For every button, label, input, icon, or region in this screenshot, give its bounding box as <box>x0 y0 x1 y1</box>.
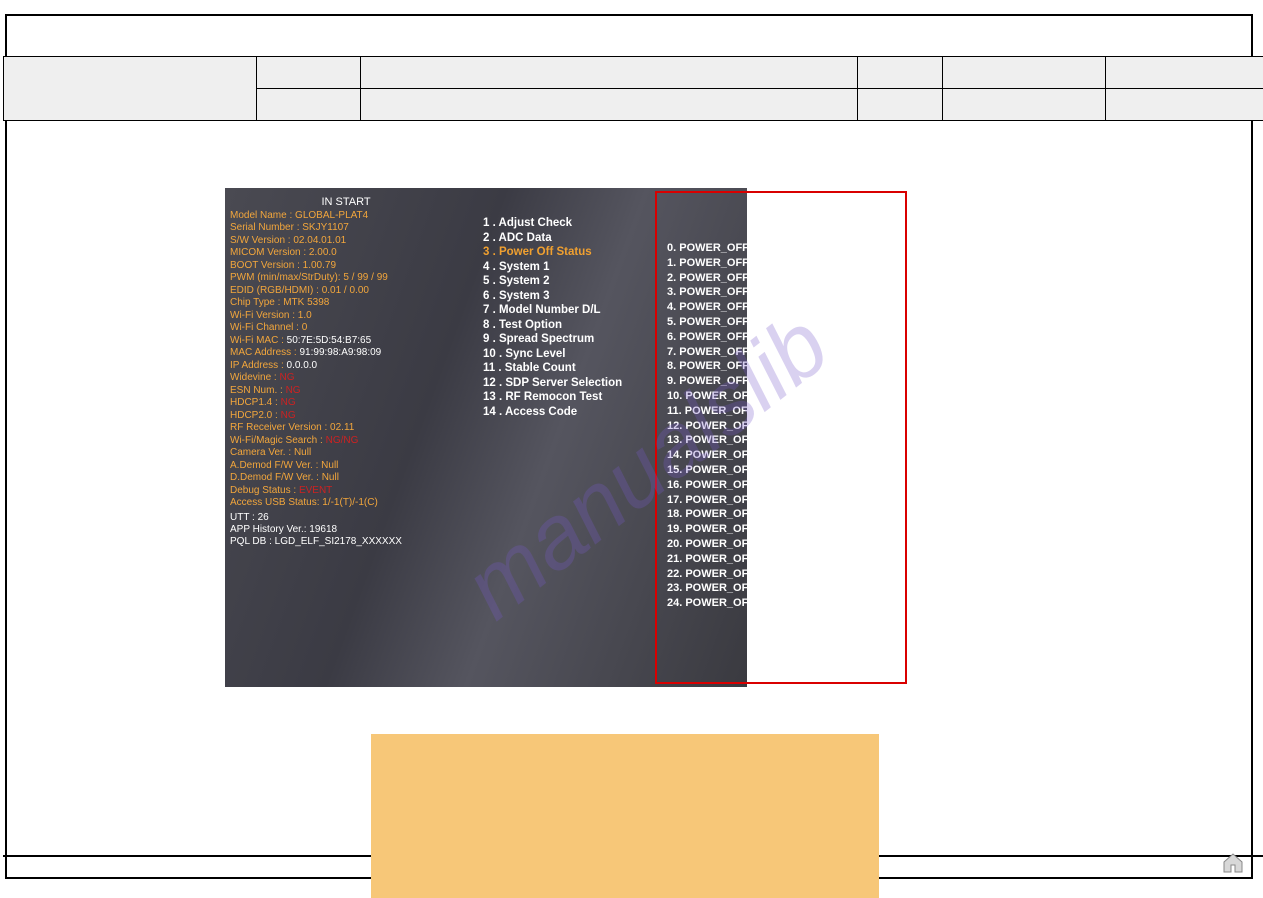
status-item: 18. POWER_OFF_BY_ACDET <box>667 507 858 522</box>
status-item: 14. POWER_OFF_BY_ACDET <box>667 448 858 463</box>
info-row: Chip Type : MTK 5398 <box>230 297 462 310</box>
info-title: IN START <box>230 196 462 209</box>
menu-item[interactable]: 4 . System 1 <box>483 260 683 275</box>
header-cell <box>1105 57 1263 89</box>
status-item: 15. POWER_OFF_BY_ACDET <box>667 463 858 478</box>
status-list: 0. POWER_OFF_BY_REMOTE_KEY1. POWER_OFF_B… <box>667 241 858 611</box>
power-off-status-panel: Power Off Status 0. POWER_OFF_BY_REMOTE_… <box>655 191 907 684</box>
info-row: Debug Status : EVENT <box>230 485 462 498</box>
status-item: 24. POWER_OFF_BY_ACDET <box>667 596 858 611</box>
info-row: Model Name : GLOBAL-PLAT4 <box>230 210 462 223</box>
status-item: 1. POWER_OFF_BY_REMOTE_KEY <box>667 256 858 271</box>
info-row: D.Demod F/W Ver. : Null <box>230 472 462 485</box>
menu-item[interactable]: 9 . Spread Spectrum <box>483 332 683 347</box>
tv-screenshot: IN START Model Name : GLOBAL-PLAT4Serial… <box>225 188 747 687</box>
info-row: Camera Ver. : Null <box>230 447 462 460</box>
header-cell <box>857 57 942 89</box>
status-item: 7. POWER_OFF_BY_REMOTE_KEY <box>667 345 858 360</box>
status-item: 10. POWER_OFF_BY_REMOTE_KEY <box>667 389 858 404</box>
info-row: Widevine : NG <box>230 372 462 385</box>
info-footer-line: PQL DB : LGD_ELF_SI2178_XXXXXX <box>230 536 462 548</box>
status-item: 19. POWER_OFF_BY_ACDET <box>667 522 858 537</box>
header-table <box>3 56 1263 121</box>
status-item: 8. POWER_OFF_BY_INSTOP_KEY <box>667 359 858 374</box>
status-item: 3. POWER_OFF_BY_REMOTE_KEY <box>667 285 858 300</box>
info-row: EDID (RGB/HDMI) : 0.01 / 0.00 <box>230 285 462 298</box>
menu-item[interactable]: 10 . Sync Level <box>483 347 683 362</box>
menu-item[interactable]: 11 . Stable Count <box>483 361 683 376</box>
status-item: 2. POWER_OFF_BY_REMOTE_KEY <box>667 271 858 286</box>
header-cell <box>360 57 857 89</box>
info-row: Serial Number : SKJY1107 <box>230 222 462 235</box>
info-row: Wi-Fi MAC : 50:7E:5D:54:B7:65 <box>230 335 462 348</box>
header-cell <box>4 57 257 121</box>
menu-item[interactable]: 1 . Adjust Check <box>483 216 683 231</box>
info-row: MICOM Version : 2.00.0 <box>230 247 462 260</box>
header-cell <box>256 57 360 89</box>
status-item: 9. POWER_OFF_BY_REMOTE_KEY <box>667 374 858 389</box>
header-cell <box>942 57 1105 89</box>
status-item: 13. POWER_OFF_BY_ACDET <box>667 433 858 448</box>
menu-item[interactable]: 3 . Power Off Status <box>483 245 683 260</box>
info-row: MAC Address : 91:99:98:A9:98:09 <box>230 347 462 360</box>
header-cell <box>360 89 857 121</box>
menu-item[interactable]: 12 . SDP Server Selection <box>483 376 683 391</box>
info-footer-line: APP History Ver.: 19618 <box>230 524 462 536</box>
menu-column: 1 . Adjust Check2 . ADC Data3 . Power Of… <box>483 216 683 419</box>
info-row: HDCP1.4 : NG <box>230 397 462 410</box>
info-row: RF Receiver Version : 02.11 <box>230 422 462 435</box>
header-cell <box>942 89 1105 121</box>
menu-item[interactable]: 6 . System 3 <box>483 289 683 304</box>
status-item: 16. POWER_OFF_BY_ACDET <box>667 478 858 493</box>
status-item: 4. POWER_OFF_BY_REMOTE_KEY <box>667 300 858 315</box>
info-row: Access USB Status: 1/-1(T)/-1(C) <box>230 497 462 510</box>
status-item: 5. POWER_OFF_BY_REMOTE_KEY <box>667 315 858 330</box>
info-row: ESN Num. : NG <box>230 385 462 398</box>
status-item: 12. POWER_OFF_BY_ACDET <box>667 419 858 434</box>
menu-item[interactable]: 5 . System 2 <box>483 274 683 289</box>
menu-item[interactable]: 14 . Access Code <box>483 405 683 420</box>
note-box <box>371 734 879 898</box>
info-column: IN START Model Name : GLOBAL-PLAT4Serial… <box>230 196 462 548</box>
status-item: 23. POWER_OFF_BY_ACDET <box>667 581 858 596</box>
header-cell <box>857 89 942 121</box>
info-footer-line: UTT : 26 <box>230 512 462 524</box>
menu-item[interactable]: 2 . ADC Data <box>483 231 683 246</box>
info-row: PWM (min/max/StrDuty): 5 / 99 / 99 <box>230 272 462 285</box>
info-row: S/W Version : 02.04.01.01 <box>230 235 462 248</box>
status-title: Power Off Status <box>800 211 897 225</box>
status-item: 11. POWER_OFF_BY_ACDET <box>667 404 858 419</box>
info-row: A.Demod F/W Ver. : Null <box>230 460 462 473</box>
info-row: Wi-Fi/Magic Search : NG/NG <box>230 435 462 448</box>
info-row: Wi-Fi Channel : 0 <box>230 322 462 335</box>
home-icon[interactable] <box>1221 851 1245 875</box>
status-item: 20. POWER_OFF_BY_ACDET <box>667 537 858 552</box>
status-item: 0. POWER_OFF_BY_REMOTE_KEY <box>667 241 858 256</box>
info-row: IP Address : 0.0.0.0 <box>230 360 462 373</box>
status-item: 17. POWER_OFF_BY_ACDET <box>667 493 858 508</box>
status-item: 21. POWER_OFF_BY_ACDET <box>667 552 858 567</box>
header-cell <box>256 89 360 121</box>
status-item: 22. POWER_OFF_BY_ACDET <box>667 567 858 582</box>
status-item: 6. POWER_OFF_BY_RESET <box>667 330 858 345</box>
info-row: HDCP2.0 : NG <box>230 410 462 423</box>
menu-item[interactable]: 7 . Model Number D/L <box>483 303 683 318</box>
menu-item[interactable]: 8 . Test Option <box>483 318 683 333</box>
info-row: Wi-Fi Version : 1.0 <box>230 310 462 323</box>
info-footer: UTT : 26APP History Ver.: 19618PQL DB : … <box>230 512 462 548</box>
info-row: BOOT Version : 1.00.79 <box>230 260 462 273</box>
menu-item[interactable]: 13 . RF Remocon Test <box>483 390 683 405</box>
header-cell <box>1105 89 1263 121</box>
